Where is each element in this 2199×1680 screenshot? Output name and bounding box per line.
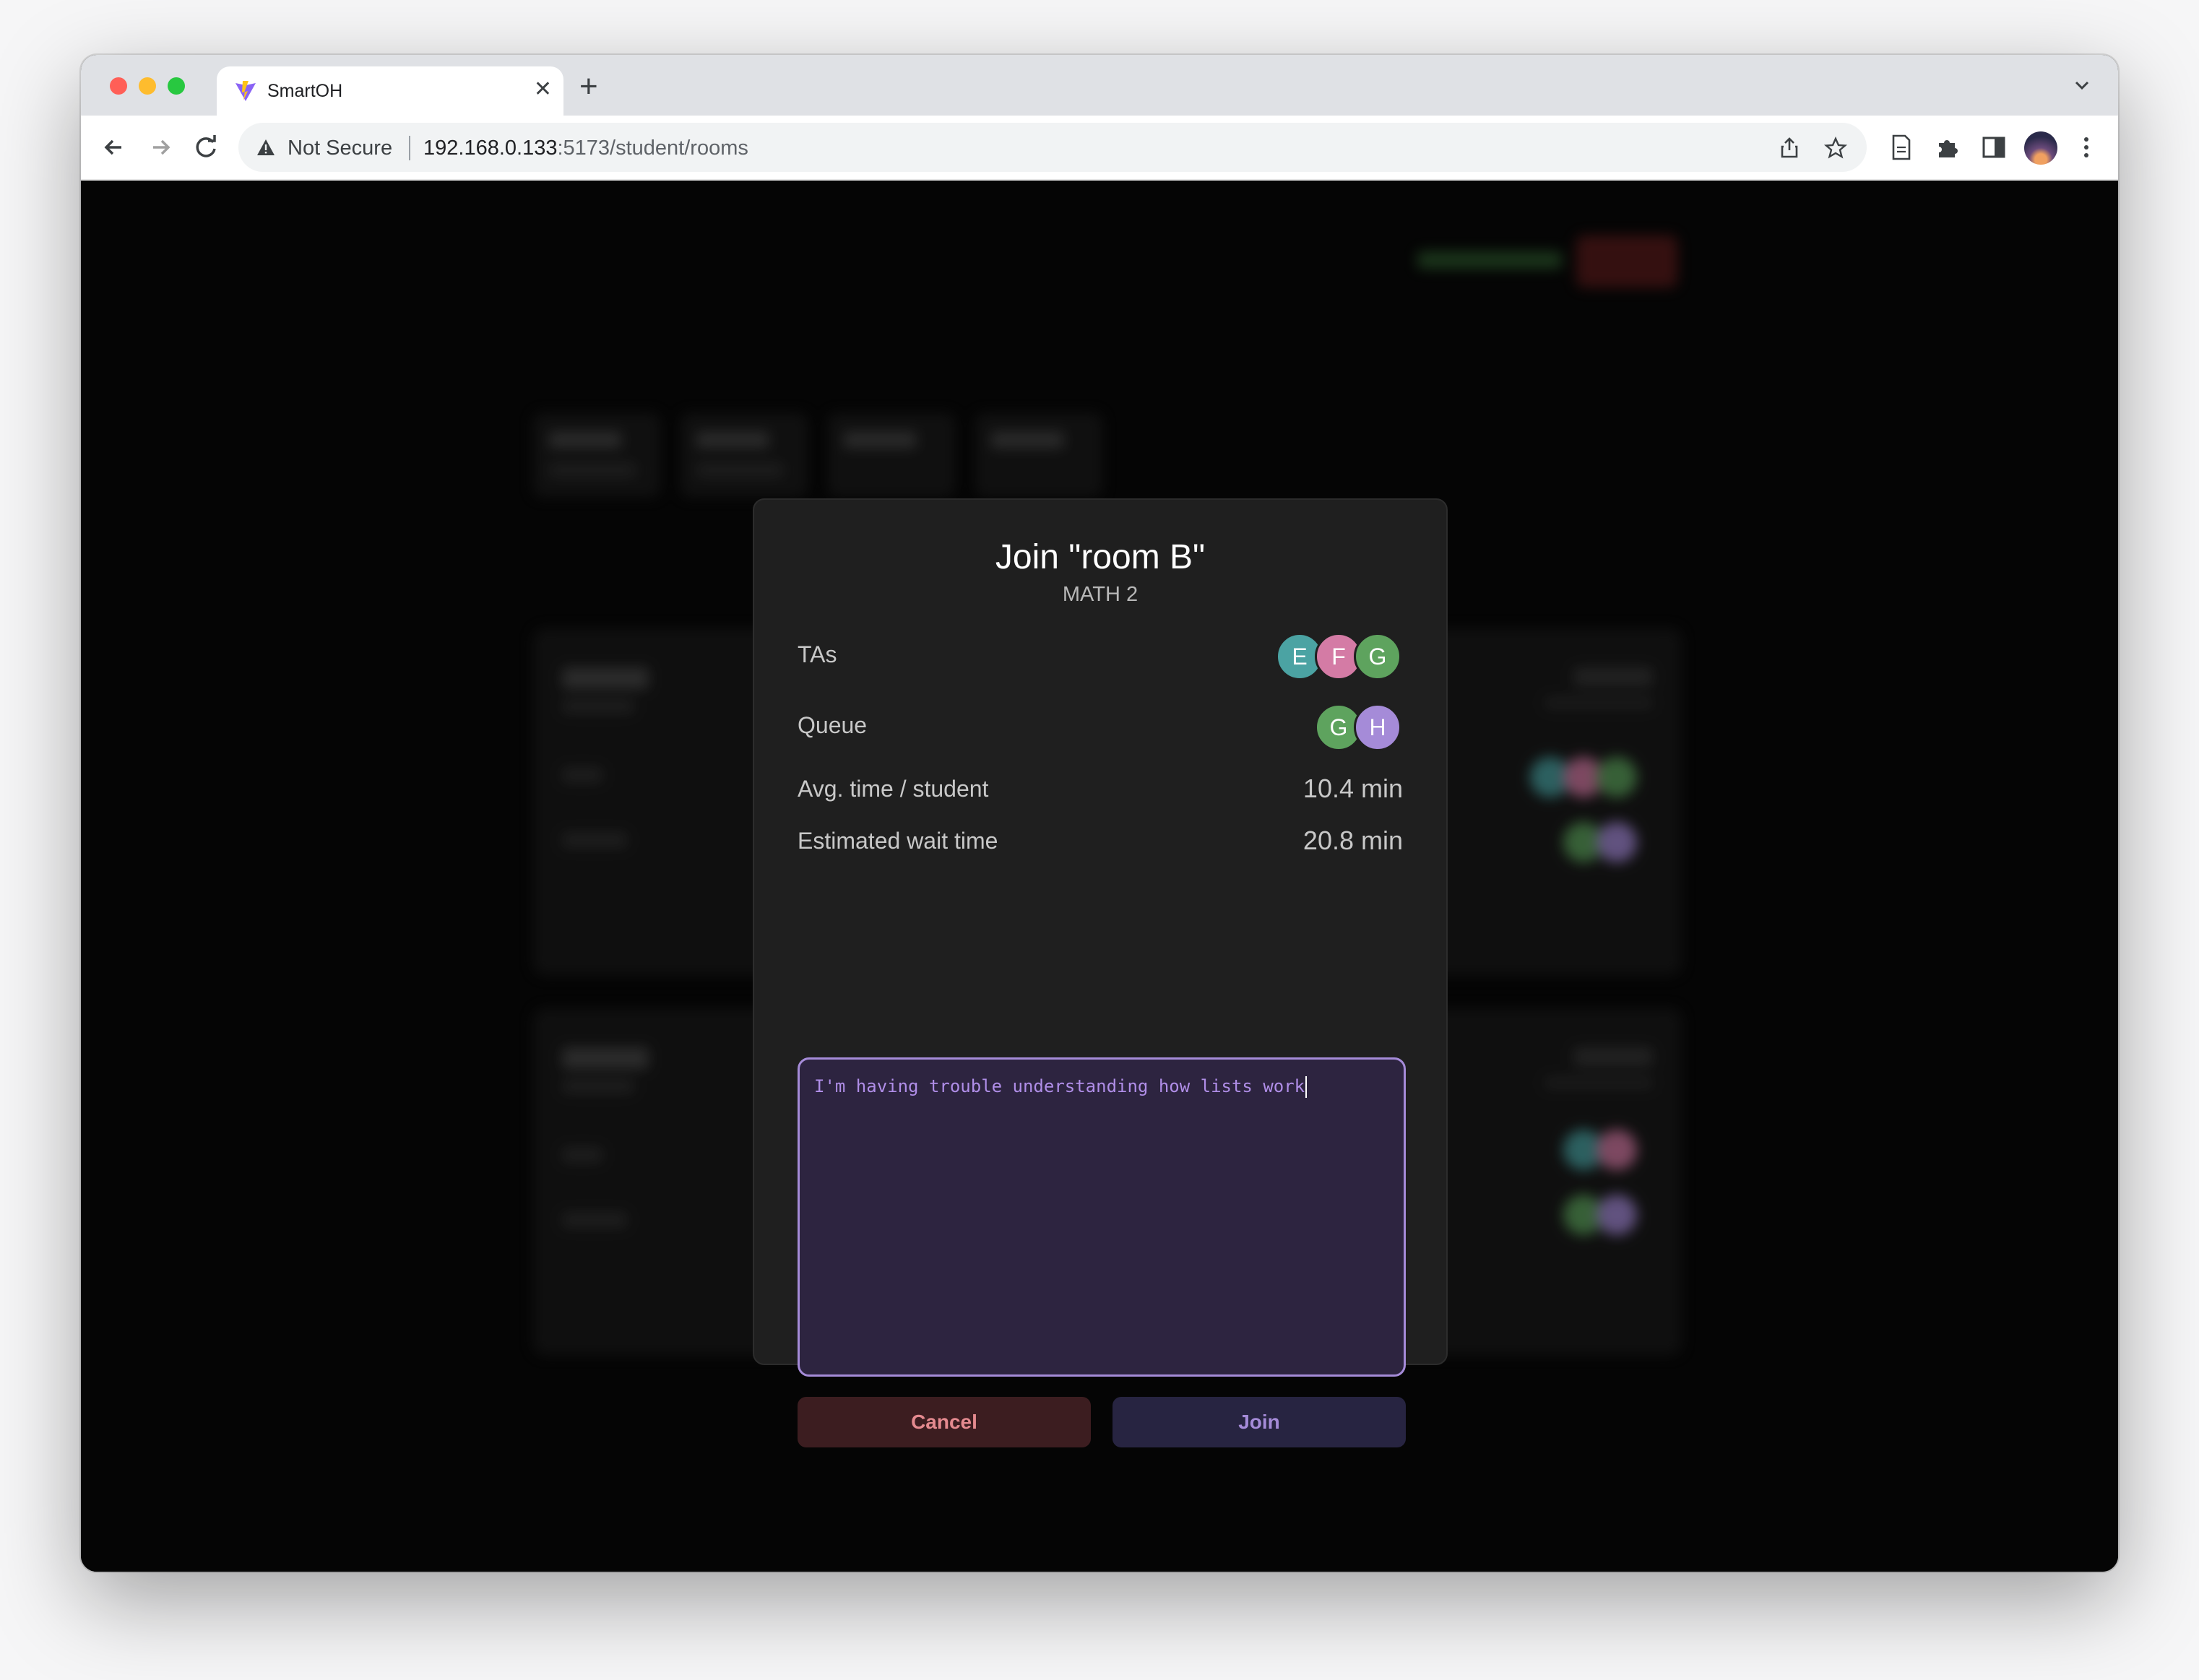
kebab-menu-icon[interactable] <box>2072 133 2101 162</box>
url-path: :5173/student/rooms <box>557 137 748 160</box>
queue-avatar-group: G H <box>1315 703 1401 751</box>
question-textarea[interactable]: I'm having trouble understanding how lis… <box>798 1057 1406 1377</box>
queue-avatar: H <box>1354 703 1401 751</box>
warning-icon <box>257 139 275 155</box>
maximize-window-button[interactable] <box>168 77 185 95</box>
profile-avatar[interactable] <box>2024 131 2057 165</box>
tab-bar: SmartOH ✕ + <box>81 55 2118 116</box>
queue-label: Queue <box>798 712 868 738</box>
back-arrow-icon[interactable] <box>98 131 130 163</box>
browser-toolbar: Not Secure 192.168.0.133:5173/student/ro… <box>81 116 2118 181</box>
security-label[interactable]: Not Secure <box>288 137 392 160</box>
tas-label: TAs <box>798 641 837 667</box>
minimize-window-button[interactable] <box>139 77 156 95</box>
page-content: Join "room B" MATH 2 TAs E F G Queue G H… <box>81 181 2118 1572</box>
question-text: I'm having trouble understanding how lis… <box>814 1076 1305 1096</box>
avg-time-value: 10.4 min <box>1302 774 1403 803</box>
forward-arrow-icon[interactable] <box>144 131 176 163</box>
reload-icon[interactable] <box>191 131 223 163</box>
reading-list-icon[interactable] <box>1887 133 1916 162</box>
ta-avatar-group: E F G <box>1276 633 1401 680</box>
new-tab-icon[interactable]: + <box>579 69 598 104</box>
modal-course-subtitle: MATH 2 <box>1062 583 1139 606</box>
url-text[interactable]: 192.168.0.133:5173/student/rooms <box>423 137 748 160</box>
tab-title: SmartOH <box>267 81 343 101</box>
side-panel-icon[interactable] <box>1979 133 2008 162</box>
extensions-puzzle-icon[interactable] <box>1933 133 1962 162</box>
share-icon[interactable] <box>1777 136 1802 160</box>
avg-time-label: Avg. time / student <box>798 776 989 802</box>
cancel-button[interactable]: Cancel <box>798 1397 1091 1447</box>
omnibox-divider <box>409 136 410 160</box>
wait-time-value: 20.8 min <box>1302 826 1403 855</box>
url-host: 192.168.0.133 <box>423 137 558 160</box>
vite-favicon-icon <box>236 81 256 101</box>
address-bar[interactable]: Not Secure 192.168.0.133:5173/student/ro… <box>238 123 1867 172</box>
wait-time-label: Estimated wait time <box>798 828 998 854</box>
ta-avatar: G <box>1354 633 1401 680</box>
browser-tab[interactable]: SmartOH ✕ <box>217 66 563 116</box>
close-window-button[interactable] <box>110 77 127 95</box>
tab-close-icon[interactable]: ✕ <box>534 77 552 103</box>
tab-search-chevron-icon[interactable] <box>2068 69 2096 101</box>
bookmark-star-icon[interactable] <box>1823 136 1848 160</box>
modal-title: Join "room B" <box>995 538 1206 576</box>
join-button[interactable]: Join <box>1113 1397 1406 1447</box>
text-cursor <box>1305 1076 1308 1098</box>
join-room-modal: Join "room B" MATH 2 TAs E F G Queue G H… <box>753 498 1448 1447</box>
browser-window: SmartOH ✕ + Not Secure 192.168.0.133:517… <box>81 55 2118 1572</box>
